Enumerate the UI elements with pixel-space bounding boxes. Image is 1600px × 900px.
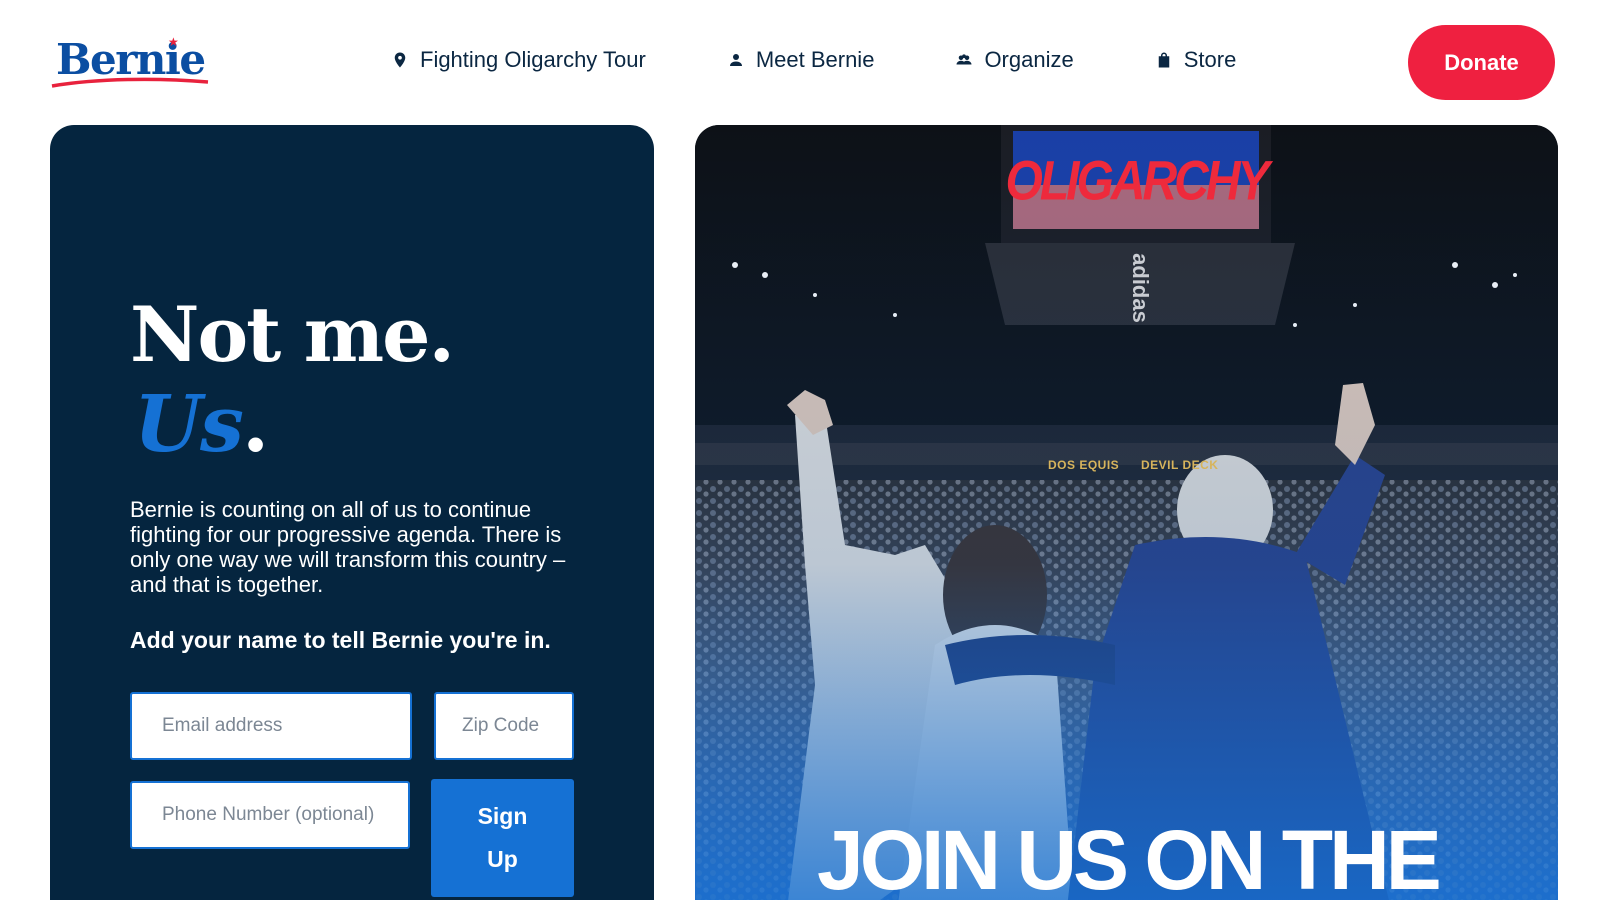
shopping-bag-icon: [1154, 50, 1174, 70]
sign-up-label-line1: Sign: [477, 803, 528, 829]
logo-swoosh-icon: [51, 77, 209, 88]
person-icon: [726, 50, 746, 70]
donate-button[interactable]: Donate: [1408, 25, 1555, 100]
jumbotron-text: OLIGARCHY: [1005, 150, 1270, 212]
join-us-headline: JOIN US ON THE: [817, 813, 1442, 900]
headline-us-period: .: [241, 379, 269, 470]
headline-us-word: Us: [134, 379, 244, 470]
phone-field[interactable]: [130, 781, 410, 849]
email-field[interactable]: [130, 692, 412, 760]
nav-item-store[interactable]: Store: [1154, 47, 1237, 73]
logo-star-icon: ★: [168, 35, 179, 49]
signup-description: Bernie is counting on all of us to conti…: [130, 497, 566, 597]
nav-item-label: Meet Bernie: [755, 47, 875, 72]
site-header: Bernie ★ Fighting Oligarchy Tour Meet Be…: [0, 0, 1600, 120]
nav-item-label: Organize: [984, 47, 1074, 72]
signup-cta: Add your name to tell Bernie you're in.: [130, 627, 551, 653]
bernie-logo[interactable]: Bernie ★: [50, 30, 210, 92]
sign-up-button[interactable]: Sign Up: [431, 779, 574, 897]
arena-sign-left: DOS EQUIS: [1048, 458, 1120, 472]
headline-not-me: Not me.: [130, 290, 455, 379]
sign-up-label-line2: Up: [487, 846, 518, 872]
location-pin-icon: [390, 50, 410, 70]
rally-scene-image: [695, 125, 1558, 900]
rally-photo: OLIGARCHY adidas DOS EQUIS DEVIL DECK JO…: [695, 125, 1558, 900]
arena-sign-right: DEVIL DECK: [1141, 458, 1219, 472]
nav-item-meet-bernie[interactable]: Meet Bernie: [726, 47, 875, 73]
signup-panel: Not me. Us. Bernie is counting on all of…: [50, 125, 654, 900]
main-nav: Fighting Oligarchy Tour Meet Bernie Orga…: [390, 42, 1236, 78]
zip-code-field[interactable]: [434, 692, 574, 760]
group-icon: [954, 50, 974, 70]
nav-item-label: Store: [1183, 47, 1237, 72]
nav-item-label: Fighting Oligarchy Tour: [420, 47, 646, 72]
headline-us: Us.: [134, 379, 269, 470]
nav-item-fighting-oligarchy-tour[interactable]: Fighting Oligarchy Tour: [390, 47, 646, 73]
nav-item-organize[interactable]: Organize: [954, 47, 1074, 73]
arena-brand-logo: adidas: [1127, 253, 1153, 323]
